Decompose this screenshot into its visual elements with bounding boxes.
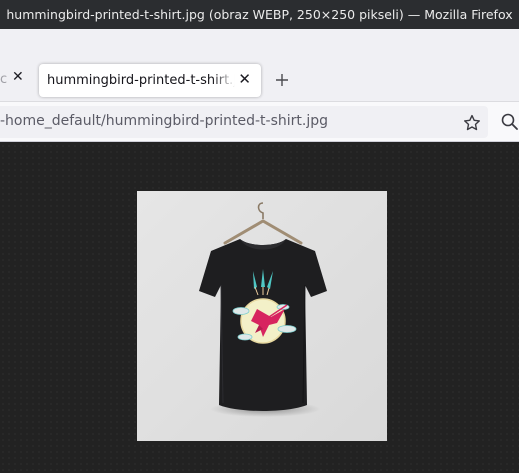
navigation-bar: -home_default/hummingbird-printed-t-shir… bbox=[0, 102, 519, 142]
close-icon[interactable]: ✕ bbox=[12, 69, 24, 85]
search-icon[interactable] bbox=[500, 112, 519, 132]
bookmark-star-icon[interactable] bbox=[463, 114, 481, 132]
new-tab-button[interactable] bbox=[271, 69, 293, 91]
url-text[interactable]: -home_default/hummingbird-printed-t-shir… bbox=[0, 113, 328, 129]
product-image[interactable] bbox=[137, 191, 387, 441]
tab-previous[interactable]: c ✕ bbox=[0, 64, 34, 94]
tab-strip: c ✕ hummingbird-printed-t-shirt.jpg ✕ bbox=[0, 29, 519, 102]
window-title-bar: hummingbird-printed-t-shirt.jpg (obraz W… bbox=[0, 0, 519, 29]
image-viewer bbox=[0, 143, 519, 473]
t-shirt-picture bbox=[137, 191, 387, 441]
tab-active-label: hummingbird-printed-t-shirt.jpg bbox=[47, 73, 235, 88]
tab-active[interactable]: hummingbird-printed-t-shirt.jpg ✕ bbox=[39, 64, 261, 97]
tab-previous-label: c bbox=[0, 71, 8, 87]
close-icon[interactable]: ✕ bbox=[238, 70, 251, 88]
plus-icon bbox=[276, 74, 288, 86]
url-bar[interactable]: -home_default/hummingbird-printed-t-shir… bbox=[0, 106, 488, 138]
window-title: hummingbird-printed-t-shirt.jpg (obraz W… bbox=[6, 7, 513, 22]
